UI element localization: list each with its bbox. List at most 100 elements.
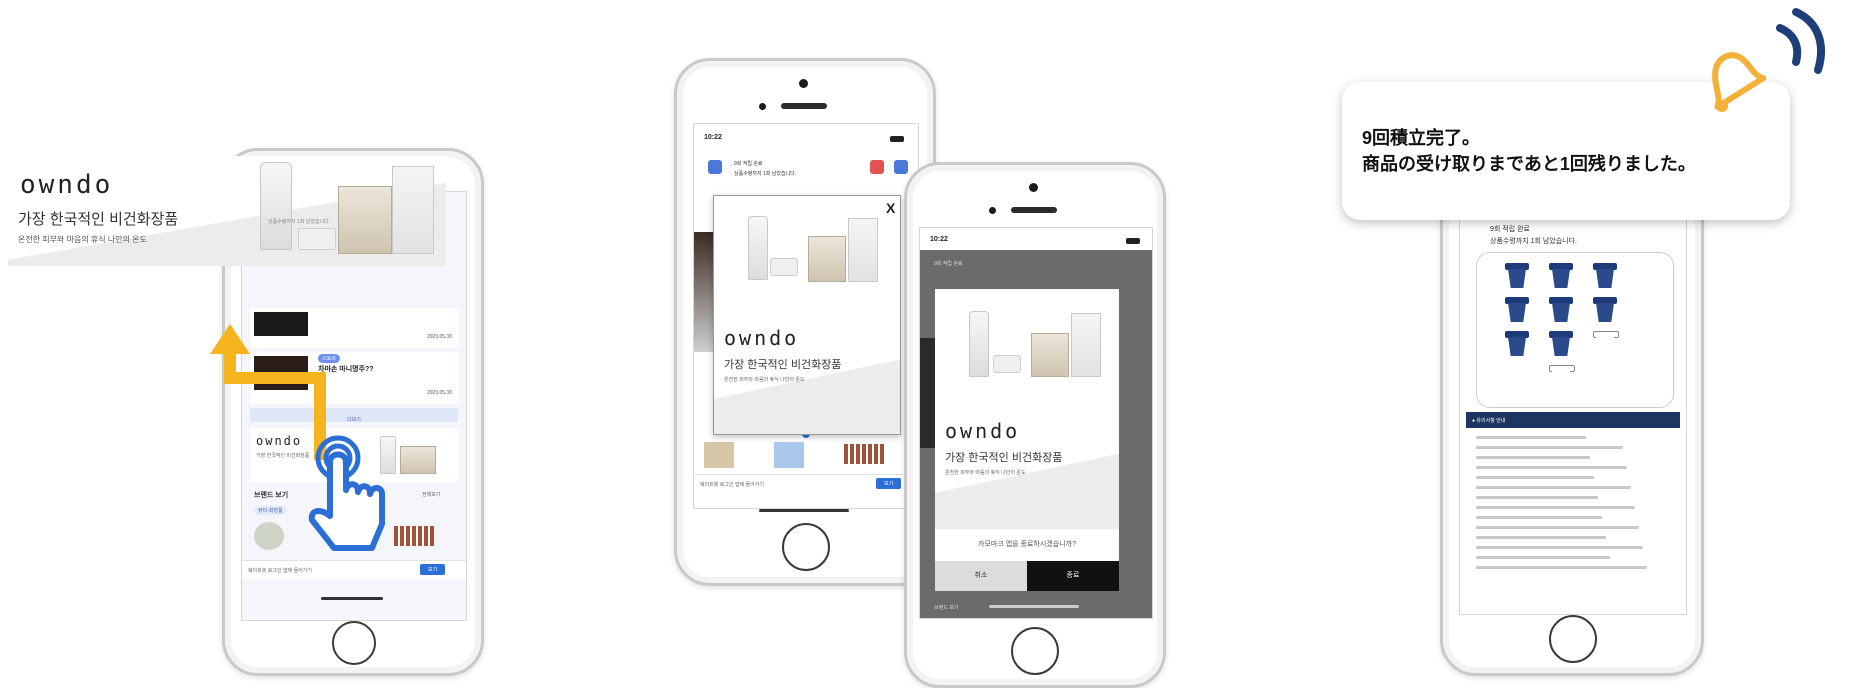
cup-body (1552, 371, 1570, 390)
confirm-exit-button-label: 종료 (1066, 572, 1080, 579)
notice-line (1476, 516, 1602, 519)
status-time: 10:22 (704, 134, 722, 141)
earpiece (1011, 207, 1057, 213)
exit-question: 카모마크 앱을 종료하시겠습니까? (978, 541, 1076, 548)
stamp-header-title: 9회 적립 완료 (1490, 226, 1530, 233)
brand-subline: 온전한 피부와 마음의 휴식 나만의 온도 (945, 470, 1026, 476)
home-button[interactable] (782, 523, 830, 571)
stamp-cup-filled (1505, 263, 1529, 289)
more-button-label: 더보기 (347, 417, 361, 423)
stamp-cup-empty (1593, 331, 1619, 357)
cup-body (1596, 337, 1614, 356)
stamp-header-subtitle: 상품수령까지 1회 남았습니다. (1490, 238, 1578, 245)
battery-icon (890, 136, 904, 142)
app-banner-bar[interactable]: 웨이트봇 로그인 앱에 들어가기 보기 (694, 474, 918, 493)
card-date: 2023.05.30 (426, 390, 452, 396)
bottom-section-title: 브랜드 보기 (934, 605, 959, 611)
app-banner-text: 웨이트봇 로그인 앱에 들어가기 (248, 568, 312, 574)
stamp-cup-filled (1505, 297, 1529, 323)
notification-line-1: 9回積立完了。 (1362, 128, 1481, 148)
earpiece (781, 103, 827, 109)
stamp-cup-filled (1505, 331, 1529, 357)
notice-line (1476, 436, 1586, 439)
front-camera (799, 79, 808, 88)
stamp-card (1476, 252, 1674, 408)
home-indicator (321, 597, 383, 600)
notice-title: ● 유의사항 안내 (1472, 418, 1506, 424)
notice-line (1476, 486, 1631, 489)
cancel-button[interactable]: 취소 (935, 561, 1027, 591)
status-bar: 10:22 (920, 228, 1152, 250)
cancel-button-label: 취소 (974, 572, 988, 579)
notification-line-2: 商品の受け取りまであと1回残りました。 (1362, 154, 1696, 174)
brand-thumb[interactable] (844, 444, 884, 464)
home-indicator (989, 605, 1079, 608)
confirm-exit-button[interactable]: 종료 (1027, 561, 1119, 591)
section-more-link[interactable]: 전체보기 (422, 491, 440, 498)
cup-body (1552, 337, 1570, 356)
notice-line (1476, 456, 1590, 459)
stamp-header-subtitle: 상품수령까지 1회 남았습니다. (734, 171, 797, 177)
app-banner-button[interactable]: 보기 (876, 478, 902, 489)
stamp-cup-filled (1593, 297, 1617, 323)
brand-thumb[interactable] (704, 442, 734, 468)
product-box (1031, 333, 1069, 377)
bell-icon (1712, 52, 1767, 112)
stamp-cup-filled (1549, 297, 1573, 323)
cup-body (1552, 269, 1570, 288)
brand-banner-overlay[interactable]: owndo 가장 한국적인 비건화장품 온전한 피부와 마음의 휴식 나만의 온… (8, 156, 446, 266)
home-indicator (759, 509, 849, 512)
notice-line (1476, 526, 1639, 529)
cup-lid (1593, 297, 1617, 304)
cup-body (1508, 303, 1526, 322)
brand-tagline: 가장 한국적인 비건화장품 (945, 452, 1063, 464)
cup-body (1596, 269, 1614, 288)
stamp-cup-filled (1593, 263, 1617, 289)
product-jar (993, 355, 1021, 373)
stamp-cup-filled (1549, 263, 1573, 289)
notice-bar: ● 유의사항 안내 (1466, 412, 1680, 428)
tap-hand-icon (308, 435, 385, 551)
brand-tagline: 가장 한국적인 비건화장품 (724, 359, 842, 371)
stamp-cup-empty (1549, 365, 1575, 391)
product-box (400, 446, 436, 474)
phone-4: 9회 적립 완료 상품수령까지 1회 남았습니다. ● 유의사항 안내 (1440, 150, 1704, 676)
app-icon (870, 160, 884, 174)
cup-body (1596, 303, 1614, 322)
cup-lid (1549, 297, 1573, 304)
product-box (848, 218, 878, 282)
phone-4-screen: 9회 적립 완료 상품수령까지 1회 남았습니다. ● 유의사항 안내 (1459, 217, 1687, 615)
signal-waves-icon (1776, 8, 1825, 74)
cup-lid (1505, 263, 1529, 270)
brand-popup[interactable]: X owndo 가장 한국적인 비건화장품 온전한 피부와 마음의 휴식 나만의… (713, 195, 901, 435)
product-box (1071, 313, 1101, 377)
product-box (338, 186, 392, 254)
app-banner-bar[interactable]: 웨이트봇 로그인 앱에 들어가기 보기 (242, 560, 466, 579)
front-sensor (759, 103, 766, 110)
stamp-header-title: 9회 적립 완료 (734, 161, 763, 167)
home-button[interactable] (1011, 627, 1059, 675)
app-banner-button[interactable]: 보기 (420, 564, 446, 575)
stamp-cup-filled (1549, 331, 1573, 357)
notice-line (1476, 566, 1647, 569)
home-button[interactable] (1549, 615, 1597, 663)
brand-thumb[interactable] (774, 442, 804, 468)
notice-line (1476, 536, 1606, 539)
brand-subline: 온전한 피부와 마음의 휴식 나만의 온도 (724, 377, 805, 383)
filter-chip[interactable]: 뷰티·화장품 (254, 506, 287, 515)
brand-subline: 온전한 피부와 마음의 휴식 나만의 온도 (18, 235, 147, 244)
stamp-header-ghost: 상품수령까지 1회 남았습니다. (268, 219, 331, 225)
brand-logo: owndo (20, 170, 114, 200)
cup-lid (1549, 365, 1575, 372)
cup-lid (1549, 331, 1573, 338)
cup-lid (1549, 263, 1573, 270)
brand-thumb[interactable] (254, 522, 284, 550)
notice-line (1476, 476, 1594, 479)
exit-dialog: owndo 가장 한국적인 비건화장품 온전한 피부와 마음의 휴식 나만의 온… (935, 289, 1119, 591)
app-icon (894, 160, 908, 174)
popup-close-button[interactable]: X (886, 200, 895, 216)
brand-thumb[interactable] (394, 526, 434, 546)
product-bottle (969, 311, 989, 377)
notice-line (1476, 466, 1627, 469)
home-button[interactable] (332, 621, 376, 665)
